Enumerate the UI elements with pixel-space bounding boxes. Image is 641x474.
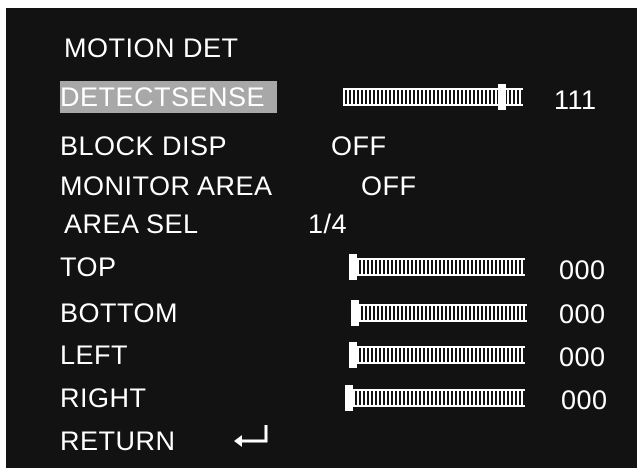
return-label[interactable]: RETURN xyxy=(60,425,176,457)
right-slider-thumb[interactable] xyxy=(345,385,353,411)
block-disp-label[interactable]: BLOCK DISP xyxy=(60,130,227,162)
block-disp-value[interactable]: OFF xyxy=(331,130,387,162)
right-value: 000 xyxy=(561,385,608,415)
right-slider-track xyxy=(345,389,525,407)
detectsense-slider-thumb[interactable] xyxy=(497,84,506,110)
left-slider[interactable] xyxy=(349,342,525,368)
left-label[interactable]: LEFT xyxy=(60,339,128,371)
bottom-slider-track xyxy=(351,304,527,322)
detectsense-slider[interactable] xyxy=(343,84,523,110)
right-slider[interactable] xyxy=(345,385,525,411)
detectsense-slider-track xyxy=(343,88,523,106)
top-label[interactable]: TOP xyxy=(60,251,117,283)
right-label[interactable]: RIGHT xyxy=(60,382,147,414)
return-arrow-icon[interactable] xyxy=(232,423,272,449)
bottom-slider-thumb[interactable] xyxy=(351,300,359,326)
monitor-area-label[interactable]: MONITOR AREA xyxy=(60,170,273,202)
left-value: 000 xyxy=(559,342,606,372)
top-slider-thumb[interactable] xyxy=(349,254,357,280)
top-slider-track xyxy=(349,258,525,276)
osd-screen: MOTION DET DETECTSENSE 111 BLOCK DISP OF… xyxy=(6,8,637,468)
top-value: 000 xyxy=(559,255,606,285)
menu-title: MOTION DET xyxy=(64,33,239,63)
area-sel-label[interactable]: AREA SEL xyxy=(64,208,199,240)
detectsense-value: 111 xyxy=(554,85,597,115)
top-slider[interactable] xyxy=(349,254,525,280)
area-sel-value[interactable]: 1/4 xyxy=(308,208,347,240)
detectsense-label[interactable]: DETECTSENSE xyxy=(60,81,278,113)
left-slider-thumb[interactable] xyxy=(349,342,357,368)
monitor-area-value[interactable]: OFF xyxy=(361,170,417,202)
bottom-value: 000 xyxy=(559,299,606,329)
bottom-slider[interactable] xyxy=(351,300,527,326)
left-slider-track xyxy=(349,346,525,364)
bottom-label[interactable]: BOTTOM xyxy=(60,297,178,329)
